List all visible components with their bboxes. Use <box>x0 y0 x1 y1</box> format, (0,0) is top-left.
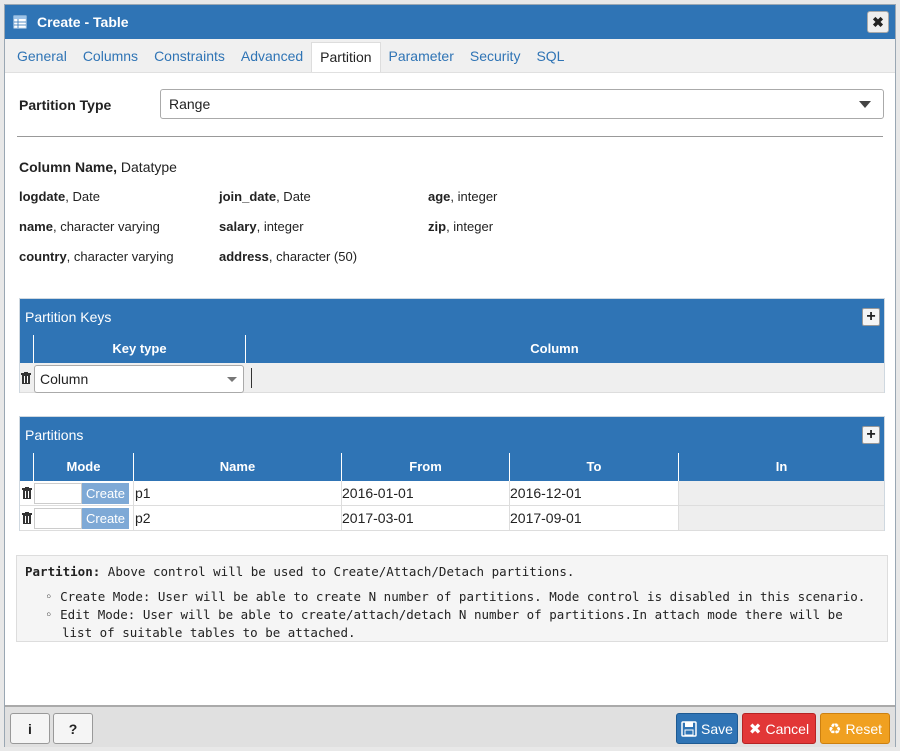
in-cell <box>678 481 884 505</box>
tab-constraints[interactable]: Constraints <box>146 42 233 72</box>
tab-sql[interactable]: SQL <box>528 42 572 72</box>
delete-row-button[interactable] <box>20 506 33 530</box>
to-cell[interactable]: 2016-12-01 <box>509 481 678 505</box>
partition-keys-header: Partition Keys + <box>20 299 884 335</box>
column-info-item: age, integer <box>428 189 498 204</box>
column-info-item: salary, integer <box>219 219 304 234</box>
help-bullet-continued: list of suitable tables to be attached. <box>62 625 356 640</box>
tab-bar: General Columns Constraints Advanced Par… <box>5 39 895 73</box>
tab-security[interactable]: Security <box>462 42 529 72</box>
name-header: Name <box>133 453 341 481</box>
help-icon: ? <box>68 720 78 737</box>
partition-type-label: Partition Type <box>19 97 112 113</box>
help-intro: Partition: Above control will be used to… <box>25 564 575 579</box>
to-cell[interactable]: 2017-09-01 <box>509 506 678 530</box>
trash-icon <box>21 487 32 499</box>
dialog-title: Create - Table <box>37 14 129 30</box>
delete-row-button[interactable] <box>20 363 33 392</box>
cancel-button[interactable]: ✖ Cancel <box>742 713 816 744</box>
partition-keys-title: Partition Keys <box>25 309 112 325</box>
help-bullet: ◦ Edit Mode: User will be able to create… <box>45 607 843 622</box>
column-cell[interactable] <box>245 363 884 392</box>
recycle-icon: ♻ <box>827 720 842 738</box>
mode-toggle[interactable]: Create <box>33 506 133 530</box>
partitions-panel: Partitions + Mode Name From To In Create… <box>19 416 885 531</box>
column-info-item: address, character (50) <box>219 249 358 264</box>
partitions-grid-header: Mode Name From To In <box>20 453 884 481</box>
in-header: In <box>678 453 884 481</box>
key-type-header: Key type <box>33 335 245 363</box>
close-icon: ✖ <box>748 720 762 738</box>
in-cell <box>678 506 884 530</box>
chevron-down-icon <box>859 101 871 108</box>
key-type-select[interactable]: Column <box>33 365 244 393</box>
create-table-dialog: Create - Table ✖ General Columns Constra… <box>4 4 896 747</box>
name-cell[interactable]: p2 <box>133 506 341 530</box>
tab-advanced[interactable]: Advanced <box>233 42 311 72</box>
from-cell[interactable]: 2017-03-01 <box>341 506 509 530</box>
close-icon: ✖ <box>872 13 884 30</box>
trash-icon <box>21 512 32 524</box>
column-header: Column <box>245 335 863 363</box>
column-info-item: country, character varying <box>19 249 174 264</box>
column-info-item: join_date, Date <box>219 189 311 204</box>
from-header: From <box>341 453 509 481</box>
partition-keys-panel: Partition Keys + Key type Column Column <box>19 298 885 393</box>
partition-type-value: Range <box>169 96 211 112</box>
trash-icon <box>21 371 32 384</box>
add-partition-key-button[interactable]: + <box>862 308 880 326</box>
chevron-down-icon <box>226 377 237 382</box>
help-bullet: ◦ Create Mode: User will be able to crea… <box>45 589 866 604</box>
partition-tab-content: Partition Type Range Column Name, Dataty… <box>5 73 895 703</box>
partition-keys-grid-header: Key type Column <box>20 335 884 363</box>
tab-parameter[interactable]: Parameter <box>381 42 462 72</box>
to-header: To <box>509 453 678 481</box>
dialog-footer: i ? Save ✖ Cancel ♻ Reset <box>5 705 895 747</box>
tab-partition[interactable]: Partition <box>311 42 381 72</box>
close-button[interactable]: ✖ <box>867 11 889 33</box>
name-cell[interactable]: p1 <box>133 481 341 505</box>
from-cell[interactable]: 2016-01-01 <box>341 481 509 505</box>
partitions-header: Partitions + <box>20 417 884 453</box>
column-info-item: logdate, Date <box>19 189 100 204</box>
partition-type-select[interactable]: Range <box>160 89 884 119</box>
text-cursor <box>250 367 252 388</box>
info-button[interactable]: i <box>10 713 50 744</box>
floppy-disk-icon <box>681 720 697 737</box>
mode-toggle[interactable]: Create <box>33 481 133 505</box>
mode-header: Mode <box>33 453 133 481</box>
column-info-item: zip, integer <box>428 219 494 234</box>
tab-columns[interactable]: Columns <box>75 42 146 72</box>
table-row: Column <box>20 363 884 393</box>
save-button[interactable]: Save <box>676 713 738 744</box>
reset-button[interactable]: ♻ Reset <box>820 713 890 744</box>
column-info-item: name, character varying <box>19 219 160 234</box>
table-icon <box>13 15 27 29</box>
column-info-heading: Column Name, Datatype <box>19 159 177 175</box>
help-button[interactable]: ? <box>53 713 93 744</box>
info-icon: i <box>28 720 32 737</box>
delete-row-button[interactable] <box>20 481 33 505</box>
partitions-title: Partitions <box>25 427 84 443</box>
title-bar[interactable]: Create - Table ✖ <box>5 5 895 39</box>
partition-help-box: Partition: Above control will be used to… <box>16 555 888 642</box>
table-row: Create p1 2016-01-01 2016-12-01 <box>20 481 884 506</box>
add-partition-button[interactable]: + <box>862 426 880 444</box>
tab-general[interactable]: General <box>9 42 75 72</box>
table-row: Create p2 2017-03-01 2017-09-01 <box>20 506 884 531</box>
divider <box>17 136 883 137</box>
